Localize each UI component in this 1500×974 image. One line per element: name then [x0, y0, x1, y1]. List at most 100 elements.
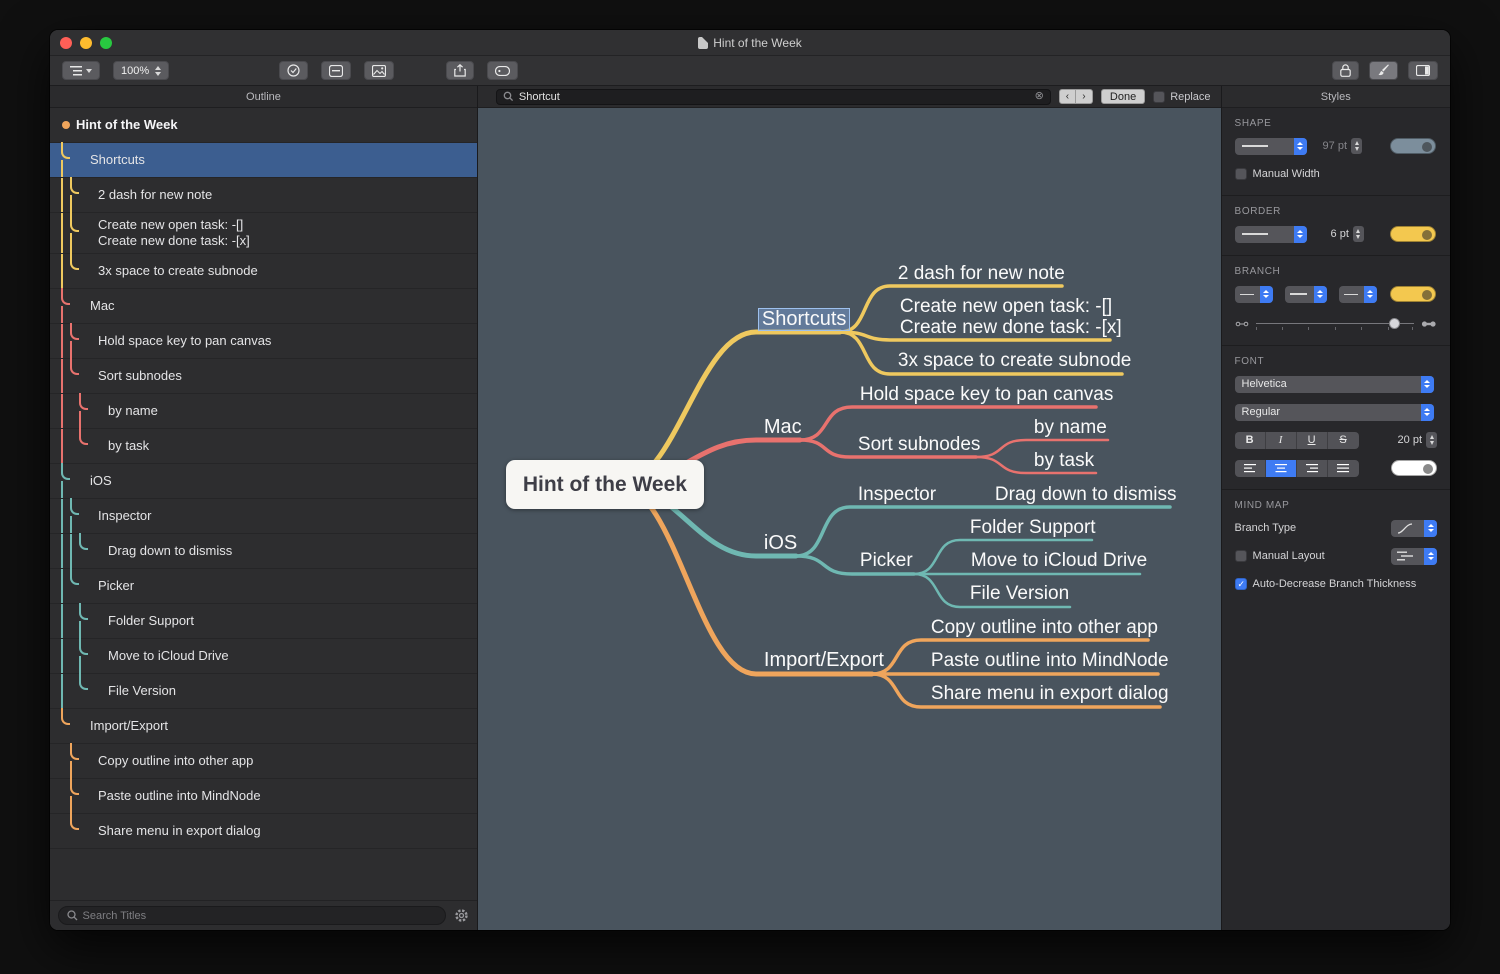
node-button[interactable]: [321, 61, 351, 80]
manual-width-option[interactable]: Manual Width: [1235, 168, 1320, 180]
outline-item[interactable]: File Version: [50, 674, 477, 709]
align-right-button[interactable]: [1297, 460, 1328, 477]
auto-decrease-option[interactable]: Auto-Decrease Branch Thickness: [1235, 578, 1417, 590]
mindmap-node[interactable]: Folder Support: [970, 517, 1096, 538]
outline-item[interactable]: Hint of the Week: [50, 108, 477, 143]
outline-item[interactable]: Paste outline into MindNode: [50, 779, 477, 814]
panel-toggle-button[interactable]: [1408, 61, 1438, 80]
font-family-select[interactable]: Helvetica: [1235, 376, 1434, 393]
outline-item[interactable]: Move to iCloud Drive: [50, 639, 477, 674]
outline-item[interactable]: 3x space to create subnode: [50, 254, 477, 289]
font-color-well[interactable]: [1391, 460, 1437, 476]
outline-item[interactable]: Copy outline into other app: [50, 744, 477, 779]
find-previous-button[interactable]: ‹: [1059, 89, 1076, 104]
minimize-button[interactable]: [80, 37, 92, 49]
font-weight-select[interactable]: Regular: [1235, 404, 1434, 421]
layout-select[interactable]: [1391, 548, 1437, 565]
manual-layout-option[interactable]: Manual Layout: [1235, 550, 1325, 562]
mindmap-node[interactable]: Hold space key to pan canvas: [860, 384, 1114, 405]
branch-start-select[interactable]: [1235, 286, 1273, 303]
outline-item[interactable]: Hold space key to pan canvas: [50, 324, 477, 359]
outline-item[interactable]: Inspector: [50, 499, 477, 534]
border-style-select[interactable]: [1235, 226, 1307, 243]
replace-option[interactable]: Replace: [1153, 91, 1210, 103]
mindmap-node[interactable]: Shortcuts: [759, 309, 849, 330]
mindmap-node[interactable]: by task: [1034, 450, 1094, 471]
share-button[interactable]: [1332, 61, 1359, 80]
mindmap-node[interactable]: Paste outline into MindNode: [931, 650, 1169, 671]
mindmap-node[interactable]: Mac: [764, 417, 802, 438]
task-button[interactable]: [279, 61, 308, 80]
outline-item-label: Folder Support: [50, 609, 194, 633]
shape-select[interactable]: [1235, 138, 1307, 155]
align-justify-button[interactable]: [1328, 460, 1359, 477]
strikethrough-button[interactable]: S: [1328, 432, 1359, 449]
media-button[interactable]: [364, 61, 394, 80]
outline-item[interactable]: Mac: [50, 289, 477, 324]
outline-item[interactable]: Import/Export: [50, 709, 477, 744]
auto-decrease-checkbox[interactable]: [1235, 578, 1247, 590]
branch-end-select[interactable]: [1339, 286, 1377, 303]
insert-button[interactable]: [446, 61, 474, 80]
mindmap-node[interactable]: Import/Export: [764, 650, 884, 671]
find-next-button[interactable]: ›: [1076, 89, 1093, 104]
outline-item[interactable]: by task: [50, 429, 477, 464]
bold-button[interactable]: B: [1235, 432, 1266, 449]
outline-search-input[interactable]: [83, 910, 437, 922]
outline-item[interactable]: Folder Support: [50, 604, 477, 639]
mindmap-node[interactable]: by name: [1034, 417, 1107, 438]
mindmap-node[interactable]: 3x space to create subnode: [898, 350, 1131, 371]
find-input[interactable]: [519, 91, 1030, 103]
outline-item[interactable]: by name: [50, 394, 477, 429]
mindmap-node[interactable]: Picker: [860, 550, 913, 571]
styles-panel-button[interactable]: [1369, 61, 1398, 80]
align-left-button[interactable]: [1235, 460, 1266, 477]
mindmap-node[interactable]: 2 dash for new note: [898, 263, 1065, 284]
branch-type-select[interactable]: [1391, 520, 1437, 537]
outline-item[interactable]: Share menu in export dialog: [50, 814, 477, 849]
close-button[interactable]: [60, 37, 72, 49]
underline-button[interactable]: U: [1297, 432, 1328, 449]
italic-button[interactable]: I: [1266, 432, 1297, 449]
branch-line-select[interactable]: [1285, 286, 1327, 303]
gear-icon[interactable]: [454, 908, 469, 923]
border-width-stepper[interactable]: 6 pt: [1331, 226, 1364, 242]
outline-search-field[interactable]: [58, 906, 446, 925]
shape-color-well[interactable]: [1390, 138, 1436, 154]
mindmap-node[interactable]: File Version: [970, 583, 1069, 604]
outline-item[interactable]: Create new open task: -[] Create new don…: [50, 213, 477, 254]
tag-button[interactable]: [487, 61, 518, 80]
mindmap-node[interactable]: Sort subnodes: [858, 434, 981, 455]
mindmap-node[interactable]: Inspector: [858, 484, 936, 505]
font-size-stepper[interactable]: 20 pt: [1398, 432, 1437, 448]
mindmap-root-node[interactable]: Hint of the Week: [506, 460, 704, 509]
mindmap-node[interactable]: Drag down to dismiss: [995, 484, 1177, 505]
mindmap-node[interactable]: Copy outline into other app: [931, 617, 1158, 638]
outline-item[interactable]: Drag down to dismiss: [50, 534, 477, 569]
clear-search-icon[interactable]: ⊗: [1035, 91, 1044, 102]
shape-width-stepper[interactable]: 97 pt: [1323, 138, 1362, 154]
manual-width-checkbox[interactable]: [1235, 168, 1247, 180]
view-mode-button[interactable]: [62, 61, 100, 80]
align-center-button[interactable]: [1266, 460, 1297, 477]
branch-thickness-slider[interactable]: [1256, 317, 1414, 331]
border-color-well[interactable]: [1390, 226, 1436, 242]
done-button[interactable]: Done: [1101, 89, 1145, 104]
mindmap-node[interactable]: Move to iCloud Drive: [971, 550, 1147, 571]
outline-item[interactable]: Shortcuts: [50, 143, 477, 178]
manual-layout-checkbox[interactable]: [1235, 550, 1247, 562]
branch-color-well[interactable]: [1390, 286, 1436, 302]
replace-checkbox[interactable]: [1153, 91, 1165, 103]
outline-item[interactable]: 2 dash for new note: [50, 178, 477, 213]
outline-item[interactable]: Picker: [50, 569, 477, 604]
slider-knob[interactable]: [1389, 318, 1400, 329]
mindmap-node[interactable]: Share menu in export dialog: [931, 683, 1169, 704]
zoom-button[interactable]: [100, 37, 112, 49]
find-field[interactable]: ⊗: [496, 89, 1051, 105]
mindmap-canvas[interactable]: Hint of the Week Shortcuts 2 dash for new…: [478, 108, 1221, 930]
outline-item[interactable]: Sort subnodes: [50, 359, 477, 394]
mindmap-node[interactable]: iOS: [764, 533, 797, 554]
mindmap-node[interactable]: Create new open task: -[] Create new don…: [900, 296, 1122, 338]
zoom-control[interactable]: 100%: [113, 61, 169, 80]
outline-item[interactable]: iOS: [50, 464, 477, 499]
